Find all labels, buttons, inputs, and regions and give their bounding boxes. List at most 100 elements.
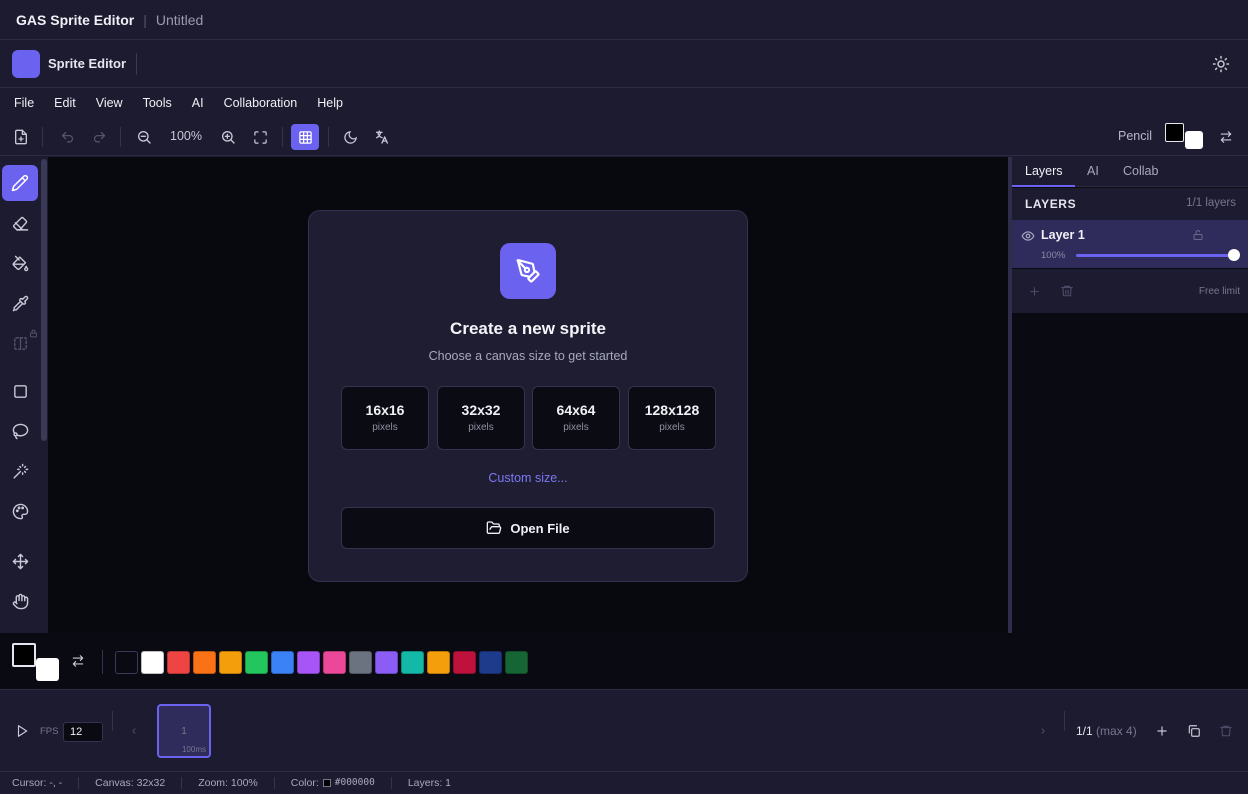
unlock-icon <box>1193 230 1203 240</box>
theme-toggle-button[interactable] <box>1212 55 1230 73</box>
status-color-chip <box>322 779 331 787</box>
tool-lasso[interactable] <box>2 413 38 449</box>
swap-colors-button[interactable] <box>1213 124 1239 150</box>
scrollbar-thumb[interactable] <box>41 159 47 441</box>
size-128-button[interactable]: 128x128 pixels <box>628 386 716 450</box>
add-frame-button[interactable] <box>1155 724 1169 738</box>
primary-color-swatch[interactable] <box>1165 123 1184 142</box>
zoom-out-icon <box>138 131 151 144</box>
lasso-icon <box>12 423 28 439</box>
palette-swatch[interactable] <box>115 651 138 674</box>
language-button[interactable] <box>369 124 395 150</box>
size-32-button[interactable]: 32x32 pixels <box>437 386 525 450</box>
frame-number: 1 <box>181 726 187 737</box>
layer-opacity-slider[interactable] <box>1076 254 1234 257</box>
play-button[interactable] <box>15 724 29 738</box>
custom-size-link[interactable]: Custom size... <box>309 471 747 485</box>
active-tab-indicator <box>1012 185 1075 187</box>
palette-swatch[interactable] <box>167 651 190 674</box>
palette-swatch[interactable] <box>323 651 346 674</box>
fit-screen-button[interactable] <box>247 124 273 150</box>
zoom-out-button[interactable] <box>131 124 157 150</box>
palette-swatch[interactable] <box>245 651 268 674</box>
open-file-button[interactable]: Open File <box>341 507 715 549</box>
timeline-divider <box>1064 711 1065 731</box>
palette-swatch[interactable] <box>505 651 528 674</box>
tool-hand[interactable] <box>2 583 38 619</box>
tool-magic-wand[interactable] <box>2 453 38 489</box>
tool-rectangle[interactable] <box>2 373 38 409</box>
palette-swatch[interactable] <box>349 651 372 674</box>
pencil-icon <box>11 174 29 192</box>
play-icon <box>17 725 28 737</box>
new-file-button[interactable] <box>8 124 34 150</box>
moon-icon <box>343 130 357 144</box>
menu-collaboration[interactable]: Collaboration <box>224 96 298 110</box>
next-frame-button[interactable] <box>1038 725 1048 737</box>
grid-toggle-button[interactable] <box>291 124 319 150</box>
size-64-button[interactable]: 64x64 pixels <box>532 386 620 450</box>
tool-eyedropper[interactable] <box>2 285 38 321</box>
open-file-label: Open File <box>510 520 570 536</box>
menu-help[interactable]: Help <box>317 96 343 110</box>
frame-count-value: 1/1 <box>1076 724 1093 738</box>
frame-max: (max 4) <box>1096 724 1137 738</box>
layers-header: LAYERS 1/1 layers <box>1012 188 1248 220</box>
duplicate-frame-button[interactable] <box>1187 724 1201 738</box>
eye-icon <box>1021 231 1035 241</box>
tab-ai[interactable]: AI <box>1087 164 1099 178</box>
menu-tools[interactable]: Tools <box>143 96 172 110</box>
eyedropper-icon <box>12 295 28 311</box>
palette-swatch[interactable] <box>141 651 164 674</box>
layer-row[interactable]: Layer 1 100% <box>1012 220 1248 268</box>
dark-mode-button[interactable] <box>337 124 363 150</box>
tool-eraser[interactable] <box>2 205 38 241</box>
palette-swatch[interactable] <box>453 651 476 674</box>
tool-fill[interactable] <box>2 245 38 281</box>
palette-icon <box>12 503 28 519</box>
status-bar: Cursor: -, - Canvas: 32x32 Zoom: 100% Co… <box>0 771 1248 794</box>
menu-file[interactable]: File <box>14 96 34 110</box>
magic-wand-icon <box>12 463 28 479</box>
fps-input[interactable]: 12 <box>63 722 103 742</box>
zoom-in-icon <box>222 131 235 144</box>
timeline-divider <box>112 711 113 731</box>
tab-collab[interactable]: Collab <box>1123 164 1158 178</box>
tools-scrollbar[interactable] <box>40 157 48 633</box>
menu-bar: File Edit View Tools AI Collaboration He… <box>0 89 1248 117</box>
palette-primary-color[interactable] <box>12 643 36 667</box>
lock-icon <box>30 329 37 338</box>
palette-swatch[interactable] <box>401 651 424 674</box>
frame-thumbnail[interactable]: 1 100ms <box>157 704 211 758</box>
palette-swatch[interactable] <box>479 651 502 674</box>
palette-swatch[interactable] <box>427 651 450 674</box>
tab-layers[interactable]: Layers <box>1025 164 1063 178</box>
palette-secondary-color[interactable] <box>36 658 59 681</box>
zoom-in-button[interactable] <box>215 124 241 150</box>
tool-pencil[interactable] <box>2 165 38 201</box>
size-16-button[interactable]: 16x16 pixels <box>341 386 429 450</box>
redo-button[interactable] <box>86 124 112 150</box>
tool-palette[interactable] <box>2 493 38 529</box>
menu-ai[interactable]: AI <box>192 96 204 110</box>
palette-swatch[interactable] <box>375 651 398 674</box>
tool-move[interactable] <box>2 543 38 579</box>
current-tool-label: Pencil <box>1118 129 1153 143</box>
menu-edit[interactable]: Edit <box>54 96 76 110</box>
palette-swatch[interactable] <box>219 651 242 674</box>
secondary-color-swatch[interactable] <box>1185 131 1203 149</box>
menu-view[interactable]: View <box>96 96 123 110</box>
palette-swatch[interactable] <box>193 651 216 674</box>
app-header: Sprite Editor <box>0 40 1248 88</box>
undo-button[interactable] <box>54 124 80 150</box>
palette-swap-button[interactable] <box>71 654 85 668</box>
eraser-icon <box>12 216 28 231</box>
tool-mirror-locked[interactable] <box>2 325 38 361</box>
toolbar: 100% Pencil <box>0 117 1248 156</box>
delete-frame-button[interactable] <box>1219 724 1233 738</box>
opacity-slider-handle[interactable] <box>1228 249 1240 261</box>
prev-frame-button[interactable] <box>129 725 139 737</box>
layer-opacity-label: 100% <box>1041 250 1066 261</box>
palette-swatch[interactable] <box>271 651 294 674</box>
palette-swatch[interactable] <box>297 651 320 674</box>
